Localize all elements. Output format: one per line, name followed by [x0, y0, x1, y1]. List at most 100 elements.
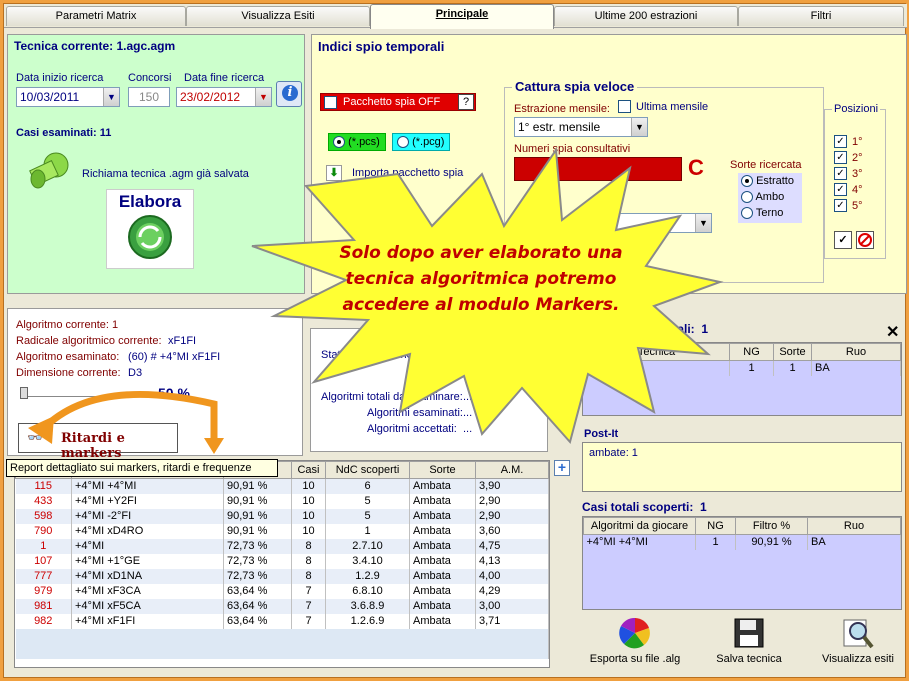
- radicale-value: xF1FI: [168, 335, 197, 347]
- empty-row: [15, 643, 549, 659]
- table-row[interactable]: 107 +4°MI +1°GE 72,73 % 8 3.4.10 Ambata 4,13: [15, 553, 549, 569]
- col-sorte[interactable]: Sorte: [409, 461, 476, 479]
- table-row[interactable]: 115 +4°MI +4°MI 90,91 % 10 6 Ambata 3,90: [15, 478, 549, 494]
- chevron-down-icon[interactable]: ▼: [255, 88, 271, 106]
- app-window: Parametri Matrix Visualizza Esiti Princi…: [3, 3, 907, 678]
- cell-sorte: Ambata: [409, 568, 476, 584]
- check-all-button[interactable]: ✓: [834, 231, 852, 249]
- close-icon[interactable]: ✕: [886, 322, 899, 342]
- cell-algoritmo: +4°MI xF5CA: [71, 598, 224, 614]
- pacchetto-spia-checkbox[interactable]: [324, 96, 337, 109]
- concorsi-field[interactable]: 150: [128, 87, 170, 107]
- callout-text: Solo dopo aver elaborato una tecnica alg…: [320, 240, 642, 318]
- cell-am: 4,00: [475, 568, 549, 584]
- data-fine-field[interactable]: 23/02/2012 ▼: [176, 87, 272, 107]
- col-am[interactable]: A.M.: [475, 461, 549, 479]
- col-ruo-bottom[interactable]: Ruo: [807, 517, 901, 535]
- cell-casi: 10: [291, 508, 326, 524]
- cell-percent: 63,64 %: [223, 598, 292, 614]
- pacchetto-spia-toggle[interactable]: Pacchetto spia OFF: [320, 93, 476, 111]
- pacchetto-spia-label: Pacchetto spia OFF: [343, 96, 441, 108]
- magnifier-document-icon: [843, 619, 874, 649]
- callout-line-2: tecnica algoritmica potremo: [345, 269, 617, 289]
- estrazione-label: Estrazione mensile:: [514, 103, 610, 115]
- tab-ultime-200[interactable]: Ultime 200 estrazioni: [554, 6, 738, 26]
- add-button[interactable]: +: [554, 460, 570, 476]
- dimensione-label: Dimensione corrente:: [16, 367, 121, 379]
- cell-ruo: BA: [811, 360, 901, 376]
- tab-parametri-matrix[interactable]: Parametri Matrix: [6, 6, 186, 26]
- cell-casi: 8: [291, 538, 326, 554]
- col-ruo-top[interactable]: Ruo: [811, 343, 901, 361]
- estratto-label: Estratto: [756, 175, 794, 187]
- tab-principale[interactable]: Principale: [370, 4, 554, 29]
- cell-sorte: Ambata: [409, 553, 476, 569]
- table-row[interactable]: 777 +4°MI xD1NA 72,73 % 8 1.2.9 Ambata 4,00: [15, 568, 549, 584]
- tab-filtri[interactable]: Filtri: [738, 6, 904, 26]
- cell-algoritmo: +4°MI xF1FI: [71, 613, 224, 629]
- pos1-checkbox[interactable]: ✓: [834, 135, 847, 148]
- cell-id: 433: [15, 493, 72, 509]
- uncheck-all-button[interactable]: [856, 231, 874, 249]
- col-sorte-top[interactable]: Sorte: [773, 343, 812, 361]
- callout-line-3: accedere al modulo Markers.: [342, 295, 620, 315]
- table-row[interactable]: 433 +4°MI +Y2FI 90,91 % 10 5 Ambata 2,90: [15, 493, 549, 509]
- col-algoritmi[interactable]: Algoritmi da giocare: [583, 517, 696, 535]
- algoritmo-corrente: Algoritmo corrente: 1: [16, 319, 119, 331]
- export-button[interactable]: Esporta su file .alg: [580, 616, 690, 674]
- cell-sorte: Ambata: [409, 583, 476, 599]
- cell-ndc: 5: [325, 508, 410, 524]
- table-row[interactable]: 1 +4°MI 72,73 % 8 2.7.10 Ambata 4,75: [15, 538, 549, 554]
- cell-algoritmo: +4°MI +4°MI: [71, 478, 224, 494]
- esaminato-value: (60) # +4°MI xF1FI: [128, 351, 221, 363]
- table-row[interactable]: 790 +4°MI xD4RO 90,91 % 10 1 Ambata 3,60: [15, 523, 549, 539]
- cell-percent: 90,91 %: [223, 493, 292, 509]
- save-technique-button[interactable]: Salva tecnica: [704, 616, 794, 674]
- pos3-label: 3°: [852, 168, 863, 180]
- col-casi[interactable]: Casi: [291, 461, 326, 479]
- cell-percent: 63,64 %: [223, 583, 292, 599]
- data-inizio-value: 10/03/2011: [20, 90, 80, 104]
- data-inizio-field[interactable]: 10/03/2011 ▼: [16, 87, 120, 107]
- table-row[interactable]: 979 +4°MI xF3CA 63,64 % 7 6.8.10 Ambata 4,29: [15, 583, 549, 599]
- table-row[interactable]: 982 +4°MI xF1FI 63,64 % 7 1.2.6.9 Ambata 3,71: [15, 613, 549, 629]
- cell-algoritmo: +4°MI +Y2FI: [71, 493, 224, 509]
- cell-algoritmo: +4°MI xD4RO: [71, 523, 224, 539]
- cell-id: 777: [15, 568, 72, 584]
- pos3-checkbox[interactable]: ✓: [834, 167, 847, 180]
- info-button[interactable]: i: [276, 81, 302, 107]
- pos5-checkbox[interactable]: ✓: [834, 199, 847, 212]
- cell-percent: 90,91 %: [223, 508, 292, 524]
- floppy-disk-icon: [734, 618, 764, 648]
- cell-percent: 72,73 %: [223, 568, 292, 584]
- pos2-checkbox[interactable]: ✓: [834, 151, 847, 164]
- table-row[interactable]: +4°MI +4°MI 1 90,91 % BA: [583, 534, 901, 550]
- cell-ndc: 2.7.10: [325, 538, 410, 554]
- help-button[interactable]: ?: [458, 94, 474, 110]
- recall-technique-button[interactable]: [26, 151, 72, 191]
- ultima-mensile-checkbox[interactable]: [618, 100, 631, 113]
- table-row[interactable]: 981 +4°MI xF5CA 63,64 % 7 3.6.8.9 Ambata 3,00: [15, 598, 549, 614]
- casi-esaminati: Casi esaminati: 11: [16, 127, 112, 139]
- data-fine-label: Data fine ricerca: [184, 72, 265, 84]
- cell-sorte: Ambata: [409, 508, 476, 524]
- cell-algoritmo: +4°MI +1°GE: [71, 553, 224, 569]
- tab-visualizza-esiti[interactable]: Visualizza Esiti: [186, 6, 370, 26]
- chevron-down-icon[interactable]: ▼: [103, 88, 119, 106]
- visualizza-esiti-button[interactable]: Visualizza esiti: [810, 616, 906, 674]
- cell-ndc: 5: [325, 493, 410, 509]
- concorsi-value: 150: [138, 90, 160, 104]
- col-ng-bottom[interactable]: NG: [695, 517, 736, 535]
- col-filtro[interactable]: Filtro %: [735, 517, 808, 535]
- table-row[interactable]: 598 +4°MI -2°FI 90,91 % 10 5 Ambata 2,90: [15, 508, 549, 524]
- elabora-button[interactable]: Elabora: [106, 189, 194, 269]
- radicale-label: Radicale algoritmico corrente:: [16, 335, 162, 347]
- pos4-checkbox[interactable]: ✓: [834, 183, 847, 196]
- cell-id: 115: [15, 478, 72, 494]
- pos5-label: 5°: [852, 200, 863, 212]
- richiama-label: Richiama tecnica .agm già salvata: [82, 168, 249, 180]
- cell-casi: 10: [291, 523, 326, 539]
- callout-line-1: Solo dopo aver elaborato una: [339, 243, 623, 263]
- col-ndc[interactable]: NdC scoperti: [325, 461, 410, 479]
- orange-arrow-annotation: [28, 390, 224, 454]
